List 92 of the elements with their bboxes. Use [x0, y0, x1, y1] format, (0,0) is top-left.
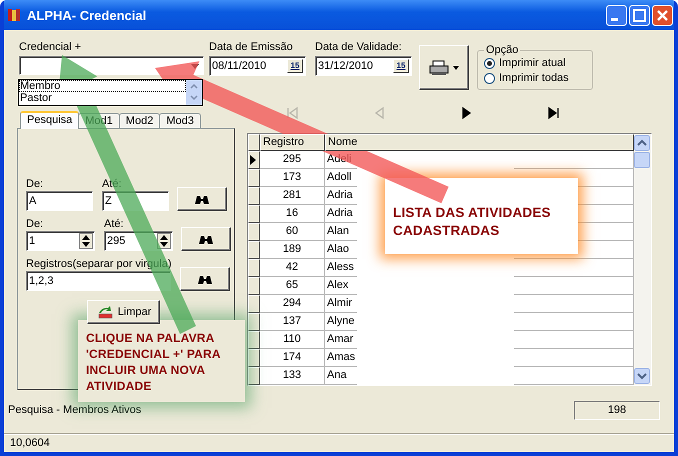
table-cell: 189 — [260, 241, 325, 259]
status-bar-text: 10,0604 — [10, 437, 50, 449]
table-cell: 133 — [260, 367, 325, 385]
date-field[interactable]: 31/12/2010 15 — [315, 56, 412, 76]
row-selector[interactable] — [248, 241, 260, 259]
tab[interactable]: Pesquisa — [20, 111, 80, 129]
field-label: Até: — [104, 217, 125, 231]
column-header[interactable]: Nome — [325, 134, 634, 151]
table-cell: 42 — [260, 259, 325, 277]
dropdown-option[interactable]: Pastor — [19, 92, 186, 104]
column-header[interactable]: Registro — [260, 134, 325, 151]
maximize-icon[interactable] — [629, 4, 650, 26]
spin-field[interactable]: 1 — [26, 231, 95, 251]
add-credential-link[interactable]: Credencial + — [19, 40, 204, 54]
field-label: De: — [26, 177, 44, 191]
table-cell: Amas — [327, 351, 356, 363]
table-cell: 60 — [260, 223, 325, 241]
row-selector[interactable] — [248, 187, 260, 205]
group-title: Opção — [485, 44, 520, 56]
table-cell: Adeli — [327, 153, 352, 165]
calendar-button[interactable]: 15 — [287, 59, 303, 73]
row-selector[interactable] — [248, 295, 260, 313]
table-cell: Alao — [327, 243, 350, 255]
print-button[interactable] — [419, 45, 469, 90]
table-cell: Adria — [327, 207, 353, 219]
row-selector[interactable] — [248, 313, 260, 331]
field-label: Data de Validade: — [315, 40, 403, 54]
table-cell: Ana — [327, 369, 347, 381]
row-selector[interactable] — [248, 259, 260, 277]
table-cell: Almir — [327, 297, 352, 309]
binoculars-icon — [194, 193, 210, 205]
row-selector[interactable] — [248, 331, 260, 349]
record-count: 198 — [574, 400, 660, 420]
printer-icon — [429, 60, 449, 76]
row-selector[interactable] — [248, 367, 260, 385]
callout-note: CLIQUE NA PALAVRA 'CREDENCIAL +' PARA INCLUIR UMA NOVA ATIVIDADE — [78, 320, 245, 402]
calendar-button[interactable]: 15 — [393, 59, 409, 73]
dropdown-list[interactable]: Membro Pastor — [18, 79, 203, 106]
scroll-up-icon[interactable] — [634, 135, 650, 151]
binoculars-icon — [196, 273, 212, 285]
tab[interactable]: Mod3 — [159, 113, 201, 128]
caret-icon — [453, 66, 459, 70]
row-selector[interactable] — [248, 223, 260, 241]
spin-arrows-icon[interactable] — [157, 233, 171, 249]
row-selector[interactable] — [248, 277, 260, 295]
table-cell: 281 — [260, 187, 325, 205]
spin-arrows-icon[interactable] — [79, 233, 93, 249]
tab[interactable]: Mod2 — [118, 113, 160, 128]
row-selector[interactable] — [248, 349, 260, 367]
field-label: Até: — [102, 177, 123, 191]
radio-button[interactable] — [484, 73, 495, 84]
table-cell: 16 — [260, 205, 325, 223]
table-cell: Adoll — [327, 171, 352, 183]
close-icon[interactable] — [652, 4, 673, 26]
search-button[interactable] — [177, 187, 227, 211]
callout-note: LISTA DAS ATIVIDADES CADASTRADAS — [385, 178, 578, 254]
dropdown-option[interactable]: Membro — [19, 80, 186, 92]
status-text: Pesquisa - Membros Ativos — [8, 404, 142, 416]
table-cell: Amar — [327, 333, 354, 345]
table-cell: 173 — [260, 169, 325, 187]
field-label: Data de Emissão — [209, 40, 294, 54]
date-field[interactable]: 08/11/2010 15 — [209, 56, 306, 76]
table-cell: Alex — [327, 279, 348, 291]
field-label: De: — [26, 217, 44, 231]
table-cell: 137 — [260, 313, 325, 331]
table-cell: Alyne — [327, 315, 355, 327]
row-selector[interactable] — [248, 169, 260, 187]
table-cell: 294 — [260, 295, 325, 313]
table-cell: Adria — [327, 189, 353, 201]
search-button[interactable] — [180, 267, 230, 291]
row-selector[interactable] — [248, 205, 260, 223]
app-books-icon — [6, 7, 22, 23]
input-field[interactable]: A — [26, 191, 93, 211]
table-cell: 110 — [260, 331, 325, 349]
row-pointer-icon — [249, 154, 257, 166]
scroll-down-icon[interactable] — [634, 368, 650, 384]
table-cell: 174 — [260, 349, 325, 367]
radio-label[interactable]: Imprimir todas — [499, 71, 569, 86]
minimize-icon[interactable] — [606, 4, 627, 26]
table-cell: Alan — [327, 225, 350, 237]
window-title: ALPHA- Credencial — [27, 8, 146, 22]
clear-button[interactable]: Limpar — [87, 300, 160, 324]
radio-label[interactable]: Imprimir atual — [499, 56, 566, 71]
radio-button[interactable] — [484, 58, 495, 69]
search-button[interactable] — [181, 227, 231, 251]
eraser-icon — [96, 305, 114, 319]
scroll-thumb[interactable] — [634, 152, 650, 168]
table-cell: 65 — [260, 277, 325, 295]
table-cell: Aless — [327, 261, 354, 273]
row-selector[interactable] — [248, 151, 260, 169]
table-cell: 295 — [260, 151, 325, 169]
binoculars-icon — [198, 233, 214, 245]
